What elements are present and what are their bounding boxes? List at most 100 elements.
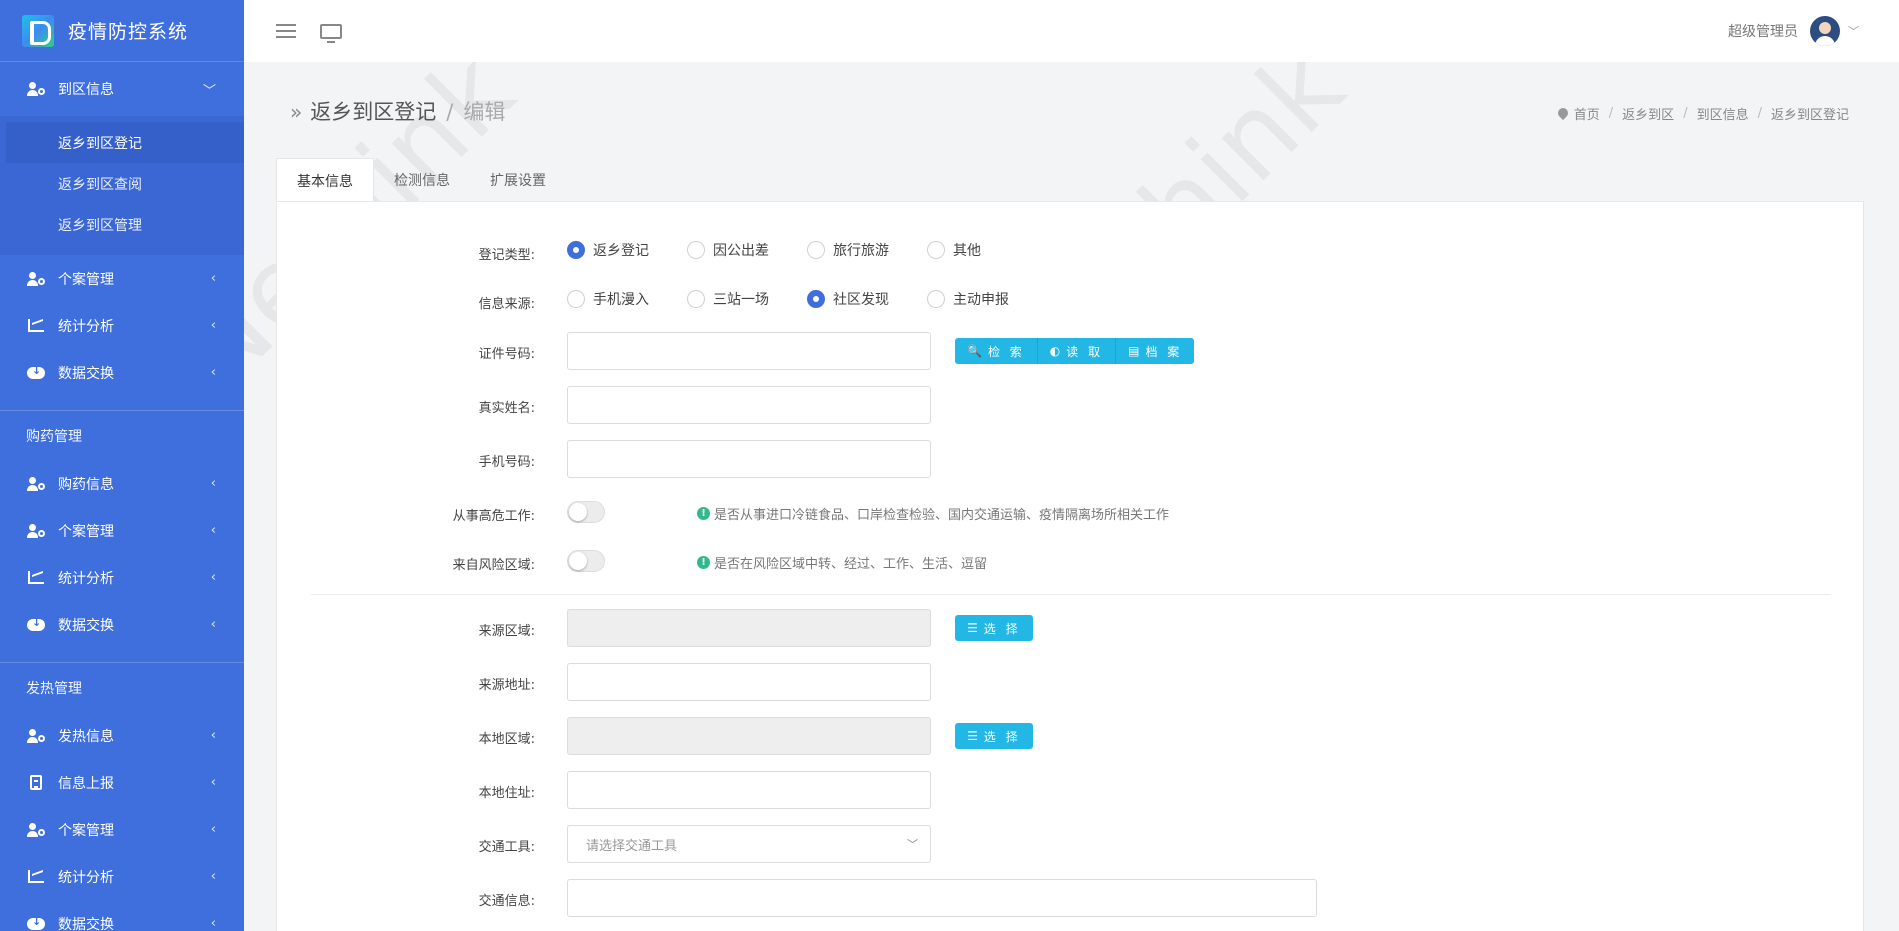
local-address-field[interactable]: [567, 771, 931, 809]
source-address-field[interactable]: [567, 663, 931, 701]
archive-button[interactable]: ▤ 档 案: [1116, 338, 1195, 364]
nav-label: 信息上报: [58, 775, 114, 792]
section-title-fever: 发热管理: [0, 662, 244, 712]
phone-field[interactable]: [567, 440, 931, 478]
nav-label: 统计分析: [58, 570, 114, 587]
radio-reg-type-travel[interactable]: 旅行旅游: [807, 240, 889, 260]
nav-item-report[interactable]: 信息上报 ‹: [0, 759, 244, 806]
transport-label: 交通工具:: [478, 840, 535, 855]
chevron-left-icon: ‹: [210, 617, 216, 632]
read-button[interactable]: ◐ 读 取: [1037, 338, 1117, 364]
radio-reg-type-business[interactable]: 因公出差: [687, 240, 769, 260]
menu-toggle-icon[interactable]: [276, 24, 296, 38]
transport-info-field[interactable]: [567, 879, 1317, 917]
list-icon: ☰: [967, 729, 978, 743]
source-region-field[interactable]: [567, 609, 931, 647]
nav-label: 个案管理: [58, 822, 114, 839]
radio-source-community[interactable]: 社区发现: [807, 289, 889, 309]
breadcrumb: 首页 / 返乡到区 / 到区信息 / 返乡到区登记: [1558, 104, 1849, 123]
breadcrumb-item[interactable]: 返乡到区: [1622, 104, 1674, 123]
chevron-down-icon: ﹀: [907, 838, 918, 851]
button-label: 档 案: [1145, 344, 1183, 359]
topbar: 超级管理员 ﹀: [244, 0, 1899, 62]
id-number-field[interactable]: [567, 332, 931, 370]
select-source-region-button[interactable]: ☰ 选 择: [955, 615, 1033, 641]
radio-dot: [687, 241, 705, 259]
radio-label: 其他: [953, 243, 981, 259]
user-edit-icon: [26, 476, 46, 492]
radio-reg-type-other[interactable]: 其他: [927, 240, 981, 260]
page-title: 返乡到区登记: [310, 100, 437, 124]
radio-source-mobile[interactable]: 手机漫入: [567, 289, 649, 309]
app-logo-icon: [22, 14, 54, 47]
subnav-return-register[interactable]: 返乡到区登记: [6, 122, 244, 163]
page-heading: » 返乡到区登记 / 编辑: [290, 96, 505, 126]
search-icon: 🔍: [967, 344, 982, 358]
nav-item-data-exchange[interactable]: 数据交换 ‹: [0, 601, 244, 648]
admin-name: 超级管理员: [1728, 24, 1798, 40]
page-subtitle: 编辑: [463, 100, 506, 124]
map-marker-icon: [1558, 108, 1568, 120]
chart-icon: [26, 570, 46, 586]
chevron-down-icon: ﹀: [202, 83, 216, 99]
reg-type-radio-group: 返乡登记 因公出差 旅行旅游 其他: [567, 240, 1019, 260]
subnav-return-manage[interactable]: 返乡到区管理: [0, 204, 244, 245]
radio-dot: [927, 290, 945, 308]
transport-info-label: 交通信息:: [478, 894, 535, 909]
chart-icon: [26, 869, 46, 885]
real-name-field[interactable]: [567, 386, 931, 424]
transport-select[interactable]: 请选择交通工具 ﹀: [567, 825, 931, 863]
select-local-region-button[interactable]: ☰ 选 择: [955, 723, 1033, 749]
user-case-icon: [26, 822, 46, 838]
avatar[interactable]: [1810, 16, 1840, 46]
nav-item-data-exchange[interactable]: 数据交换 ‹: [0, 349, 244, 396]
nav-label: 数据交换: [58, 916, 114, 931]
local-region-control: ☰ 选 择: [567, 717, 1033, 755]
nav-label: 统计分析: [58, 869, 114, 886]
radio-dot: [927, 241, 945, 259]
user-case-icon: [26, 271, 46, 287]
nav-item-data-exchange[interactable]: 数据交换 ‹: [0, 900, 244, 931]
user-menu[interactable]: 超级管理员 ﹀: [1728, 0, 1859, 62]
nav-item-fever-info[interactable]: 发热信息 ‹: [0, 712, 244, 759]
chevron-down-icon[interactable]: ﹀: [1848, 23, 1859, 39]
nav-item-arrival-info[interactable]: 到区信息 ﹀: [0, 62, 244, 116]
chevron-left-icon: ‹: [210, 728, 216, 743]
submenu: 返乡到区登记 返乡到区查阅 返乡到区管理: [0, 116, 244, 255]
breadcrumb-item[interactable]: 返乡到区登记: [1771, 104, 1849, 123]
radio-source-self-report[interactable]: 主动申报: [927, 289, 1009, 309]
high-risk-work-toggle[interactable]: [567, 501, 605, 523]
subnav-return-view[interactable]: 返乡到区查阅: [0, 163, 244, 204]
nav-item-case-management[interactable]: 个案管理 ‹: [0, 806, 244, 853]
risk-area-toggle[interactable]: [567, 550, 605, 572]
breadcrumb-item[interactable]: 到区信息: [1697, 104, 1749, 123]
list-icon: ☰: [967, 621, 978, 635]
nav-label: 统计分析: [58, 318, 114, 335]
title-separator: /: [446, 100, 454, 124]
nav-item-medicine-info[interactable]: 购药信息 ‹: [0, 460, 244, 507]
tab-extended-settings[interactable]: 扩展设置: [470, 158, 566, 202]
radio-source-station[interactable]: 三站一场: [687, 289, 769, 309]
tab-basic-info[interactable]: 基本信息: [276, 158, 374, 202]
user-edit-icon: [26, 81, 46, 97]
brand[interactable]: 疫情防控系统: [0, 0, 244, 62]
tab-test-info[interactable]: 检测信息: [374, 158, 470, 202]
monitor-icon[interactable]: [320, 23, 342, 43]
local-region-field[interactable]: [567, 717, 931, 755]
nav-item-statistics[interactable]: 统计分析 ‹: [0, 302, 244, 349]
nav-item-case-management[interactable]: 个案管理 ‹: [0, 507, 244, 554]
search-button[interactable]: 🔍 检 索: [955, 338, 1038, 364]
hint-text: 是否从事进口冷链食品、口岸检查检验、国内交通运输、疫情隔离场所相关工作: [714, 508, 1170, 523]
chevron-left-icon: ‹: [210, 822, 216, 837]
radio-reg-type-return[interactable]: 返乡登记: [567, 240, 649, 260]
breadcrumb-item[interactable]: 首页: [1574, 104, 1600, 123]
nav-item-statistics[interactable]: 统计分析 ‹: [0, 853, 244, 900]
nav-item-statistics[interactable]: 统计分析 ‹: [0, 554, 244, 601]
nav-item-case-management[interactable]: 个案管理 ‹: [0, 255, 244, 302]
chevron-left-icon: ‹: [210, 271, 216, 286]
button-label: 选 择: [983, 729, 1021, 744]
nav-label: 数据交换: [58, 365, 114, 382]
risk-area-label: 来自风险区域:: [452, 558, 535, 573]
id-button-group: 🔍 检 索 ◐ 读 取 ▤ 档 案: [955, 338, 1195, 364]
nav-label: 购药信息: [58, 476, 114, 493]
